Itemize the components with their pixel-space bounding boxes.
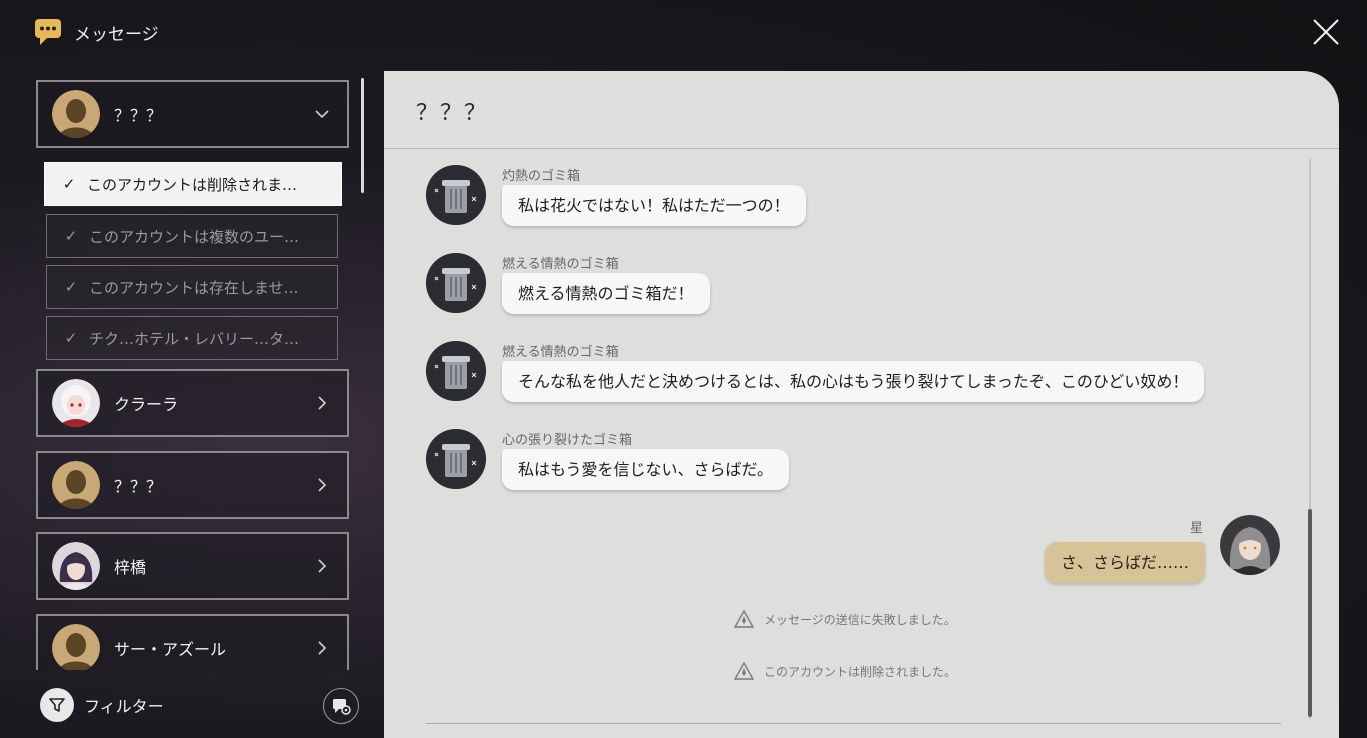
- chevron-right-icon: [315, 393, 329, 413]
- self-sender-name: 星: [1190, 521, 1204, 536]
- contact-item-sir-azure[interactable]: サー・アズール: [36, 614, 349, 670]
- contact-item-unknown[interactable]: ？？？: [36, 451, 349, 519]
- divider: [426, 723, 1281, 724]
- thread-item[interactable]: ✓ このアカウントは削除されま…: [44, 162, 342, 206]
- contact-name: サー・アズール: [114, 640, 227, 659]
- contact-name: 梓橋: [114, 558, 147, 577]
- app-header: メッセージ: [34, 16, 159, 48]
- filter-button[interactable]: フィルター: [40, 688, 164, 722]
- avatar: [52, 461, 100, 509]
- trash-can-avatar: [426, 429, 486, 489]
- warning-icon: [734, 610, 754, 628]
- contact-item-zixiao[interactable]: 梓橋: [36, 532, 349, 600]
- chat-header: ？？？: [384, 71, 1339, 149]
- warning-icon: [734, 662, 754, 680]
- chevron-right-icon: [315, 638, 329, 658]
- filter-icon: [40, 688, 74, 722]
- player-avatar: [1220, 515, 1280, 575]
- notice-text: このアカウントは削除されました。: [764, 664, 957, 679]
- chevron-right-icon: [315, 556, 329, 576]
- message-settings-icon: [333, 699, 351, 715]
- filter-label: フィルター: [84, 697, 164, 716]
- thread-label: このアカウントは削除されま…: [87, 175, 298, 194]
- contact-list-scrollbar[interactable]: [361, 78, 364, 193]
- app-title: メッセージ: [74, 24, 159, 45]
- check-icon: ✓: [64, 278, 78, 296]
- self-message-bubble: さ、さらばだ……: [1044, 542, 1205, 583]
- system-notice: メッセージの送信に失敗しました。: [734, 610, 956, 628]
- chat-title: ？？？: [416, 101, 489, 126]
- trash-can-avatar: [426, 341, 486, 401]
- sender-name: 燃える情熱のゴミ箱: [502, 257, 619, 272]
- contact-item-clara[interactable]: クラーラ: [36, 369, 349, 437]
- contact-name: ？？？: [114, 106, 163, 125]
- check-icon: ✓: [62, 175, 76, 193]
- sender-name: 心の張り裂けたゴミ箱: [502, 433, 633, 448]
- thread-label: チク…ホテル・レバリー…タ…: [89, 329, 300, 348]
- contact-name: クラーラ: [114, 395, 179, 414]
- chevron-down-icon: [315, 104, 329, 124]
- contact-item-unknown-expanded[interactable]: ？？？: [36, 80, 349, 148]
- avatar: [52, 624, 100, 670]
- notice-text: メッセージの送信に失敗しました。: [764, 612, 956, 627]
- chevron-right-icon: [315, 475, 329, 495]
- message-bubble: 燃える情熱のゴミ箱だ！: [502, 273, 710, 314]
- avatar: [52, 542, 100, 590]
- trash-can-avatar: [426, 165, 486, 225]
- thread-item[interactable]: ✓ このアカウントは複数のユー…: [46, 214, 338, 258]
- thread-label: このアカウントは存在しませ…: [89, 278, 299, 297]
- close-icon[interactable]: [1311, 17, 1341, 47]
- check-icon: ✓: [64, 227, 78, 245]
- chat-panel: ？？？ 灼熱のゴミ箱 私は花火ではない！私はただ一つの！ 燃える情熱のゴミ箱 燃…: [384, 71, 1339, 738]
- contact-list[interactable]: ？？？ ✓ このアカウントは削除されま… ✓ このアカウントは複数のユー… ✓ …: [36, 78, 362, 670]
- message-bubble: そんな私を他人だと決めつけるとは、私の心はもう張り裂けてしまったぞ、このひどい奴…: [502, 361, 1205, 402]
- system-notice: このアカウントは削除されました。: [734, 662, 956, 680]
- message-bubble: 私は花火ではない！私はただ一つの！: [502, 185, 806, 226]
- thread-label: このアカウントは複数のユー…: [89, 227, 300, 246]
- avatar: [52, 90, 100, 138]
- message-settings-button[interactable]: [323, 688, 359, 724]
- thread-item[interactable]: ✓ チク…ホテル・レバリー…タ…: [46, 316, 338, 360]
- contact-name: ？？？: [114, 477, 163, 496]
- message-bubble: 私はもう愛を信じない、さらばだ。: [502, 449, 790, 490]
- trash-can-avatar: [426, 253, 486, 313]
- check-icon: ✓: [64, 329, 78, 347]
- sender-name: 灼熱のゴミ箱: [502, 169, 581, 184]
- message-icon: [34, 18, 64, 46]
- sender-name: 燃える情熱のゴミ箱: [502, 345, 619, 360]
- avatar: [52, 379, 100, 427]
- thread-item[interactable]: ✓ このアカウントは存在しませ…: [46, 265, 338, 309]
- chat-scrollbar-thumb[interactable]: [1308, 509, 1312, 717]
